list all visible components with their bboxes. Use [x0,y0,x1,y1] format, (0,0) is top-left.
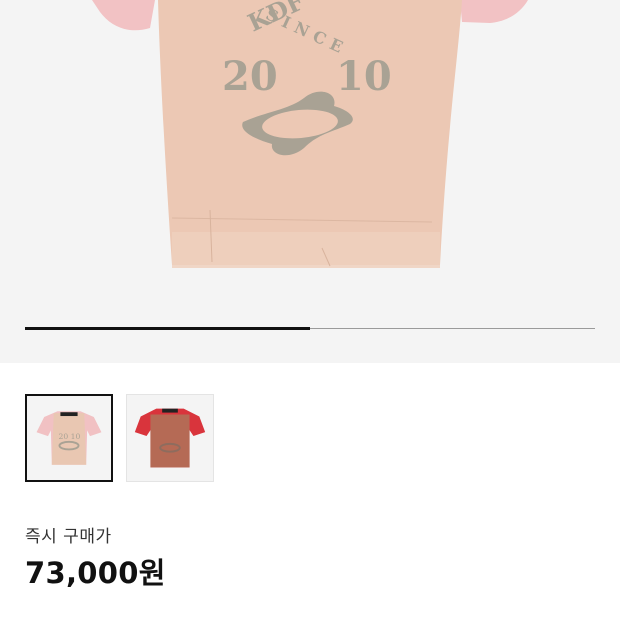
instant-purchase-price: 73,000원 [25,556,166,590]
right-sleeve [460,0,528,23]
red-tshirt-image [134,408,206,468]
thumbnail-strip: 20 10 [25,394,214,482]
product-image-gallery[interactable]: KDF SINCE 20 10 [0,0,620,363]
thumbnail-red-tshirt[interactable] [126,394,214,482]
hero-year-left: 20 [222,53,278,100]
svg-text:20 10: 20 10 [59,432,81,441]
beige-tshirt-image: 20 10 [36,411,102,465]
gallery-progress-fill [25,327,310,330]
left-sleeve [92,0,155,31]
instant-purchase-label: 즉시 구매가 [25,527,112,547]
thumbnail-beige-tshirt[interactable]: 20 10 [25,394,113,482]
hero-year-right: 10 [336,53,392,100]
product-image: KDF SINCE 20 10 [92,0,528,268]
gallery-progress-bar [25,327,595,330]
